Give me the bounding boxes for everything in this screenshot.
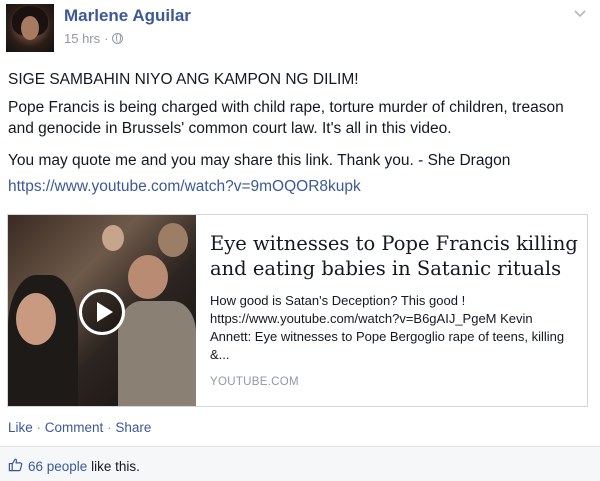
card-body: Eye witnesses to Pope Francis killing an… [210, 215, 582, 406]
shared-video-card[interactable]: Eye witnesses to Pope Francis killing an… [7, 214, 588, 407]
action-separator: · [36, 420, 42, 435]
likes-bar: 66 people like this. [0, 446, 600, 481]
chevron-down-icon[interactable] [574, 8, 586, 20]
comment-link[interactable]: Comment [45, 420, 104, 435]
author-name[interactable]: Marlene Aguilar [64, 6, 191, 26]
thumbnail-figure [158, 223, 188, 257]
share-link[interactable]: Share [115, 420, 151, 435]
card-domain: YOUTUBE.COM [210, 376, 299, 388]
post-text-line: Pope Francis is being charged with child… [8, 99, 564, 137]
post-time[interactable]: 15 hrs [64, 31, 100, 46]
facebook-post: Marlene Aguilar 15 hrs · SIGE SAMBAHIN N… [0, 0, 600, 481]
likes-summary: 66 people like this. [28, 459, 140, 474]
thumbnail-figure [102, 225, 124, 251]
thumbs-up-icon [8, 458, 23, 472]
thumbnail-figure [118, 301, 196, 406]
card-title[interactable]: Eye witnesses to Pope Francis killing an… [210, 231, 582, 281]
likers-link[interactable]: 66 people [28, 459, 87, 474]
post-text-line: SIGE SAMBAHIN NIYO ANG KAMPON NG DILIM! [8, 71, 359, 88]
avatar-face [21, 16, 39, 40]
card-description: How good is Satan's Deception? This good… [210, 293, 565, 362]
post-meta: 15 hrs · [64, 31, 124, 46]
action-separator: · [107, 420, 112, 435]
thumbnail-figure [128, 255, 168, 299]
thumbnail-figure [16, 293, 56, 345]
globe-icon[interactable] [112, 33, 124, 44]
avatar[interactable] [6, 4, 54, 52]
like-link[interactable]: Like [8, 420, 33, 435]
likes-suffix: like this. [91, 459, 140, 474]
post-text-line: You may quote me and you may share this … [8, 152, 511, 169]
meta-separator: · [104, 31, 109, 46]
video-thumbnail[interactable] [8, 215, 196, 406]
post-actions: Like · Comment · Share [8, 420, 151, 435]
post-link[interactable]: https://www.youtube.com/watch?v=9mOQOR8k… [8, 178, 361, 196]
play-icon[interactable] [79, 289, 125, 335]
